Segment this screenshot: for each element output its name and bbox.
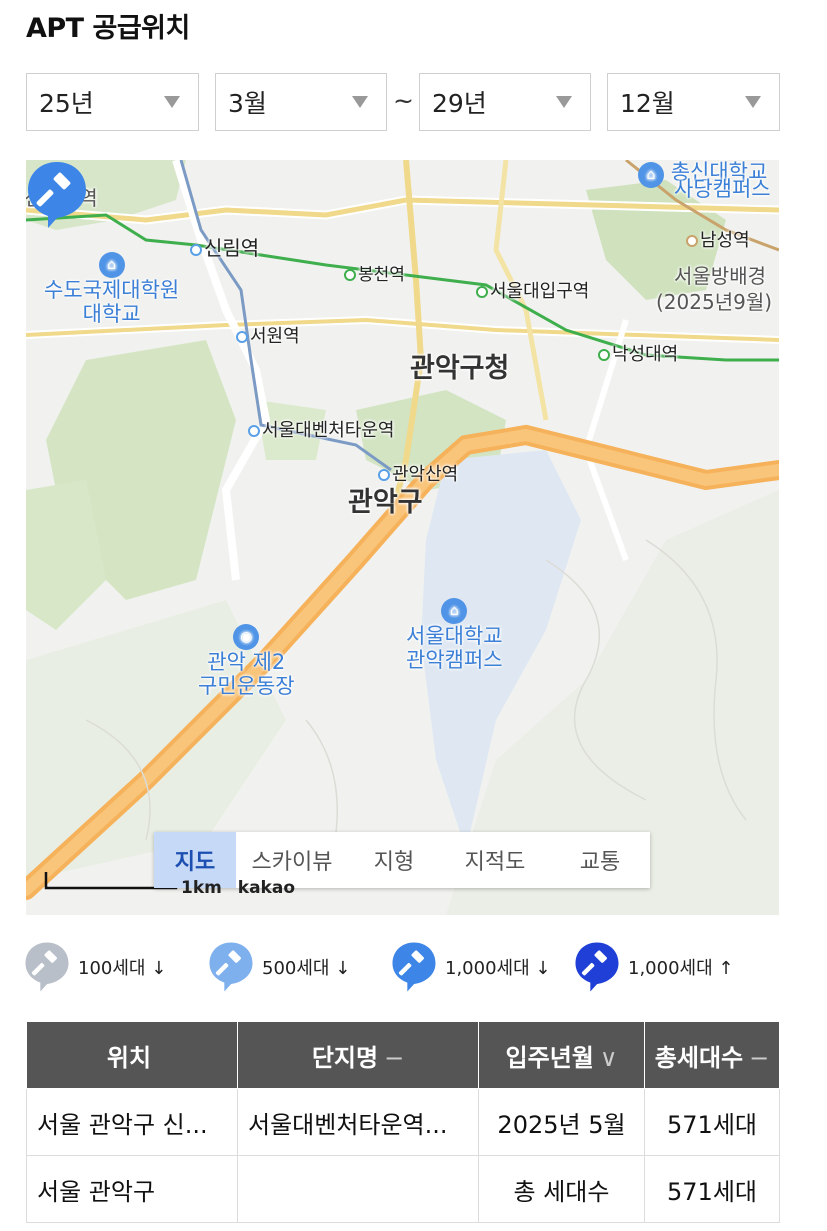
station-name: 서울대입구역 [490,281,590,302]
map-label-bongcheon: 봉천역 [344,260,405,285]
total-label: 총 세대수 [478,1155,645,1223]
station-name: 신림역 [204,236,260,260]
university-icon: ⌂ [638,162,664,188]
poi-name: 관악캠퍼스 [406,648,503,672]
legend-label: 1,000세대 ↑ [628,958,734,979]
total-units: 571세대 [644,1155,780,1223]
header-label: 위치 [106,1043,152,1072]
total-location: 서울 관악구 [26,1155,238,1223]
range-separator: ~ [393,86,414,115]
subway-station-icon [476,286,488,298]
column-header-move-in[interactable]: 입주년월 ∨ [478,1021,645,1089]
map-label-nakseongdae: 낙성대역 [598,340,678,366]
legend-item-500: 500세대 ↓ [208,940,350,994]
tab-traffic[interactable]: 교통 [550,832,650,888]
cell-units: 571세대 [644,1088,780,1156]
start-year-select[interactable]: 25년 [26,73,199,131]
map-label-bangbae: 서울방배경 [674,264,766,288]
start-month-select[interactable]: 3월 [215,73,387,131]
station-name: 남성역 [700,230,750,251]
cell-location: 서울 관악구 신... [26,1088,238,1156]
map-label-sadang-campus: 사당캠퍼스 [674,177,771,201]
map-label-gwanak-office: 관악구청 [410,353,510,384]
subway-station-icon [686,235,698,247]
dropdown-arrow-icon [352,96,368,108]
subway-station-icon [236,331,248,343]
start-year-value: 25년 [39,89,94,118]
map-label-seowon: 서원역 [236,322,300,348]
column-header-name[interactable]: 단지명 − [237,1021,479,1089]
map-label-sudo-univ: ⌂ 수도국제대학원 대학교 [44,250,179,326]
total-name [237,1155,479,1223]
subway-station-icon [598,349,610,361]
dropdown-arrow-icon [745,96,761,108]
map-label-seouldae-ipgu: 서울대입구역 [476,277,589,303]
supply-table: 위치 단지명 − 입주년월 ∨ 총세대수 − 서울 관악구 신... 서울대벤처타운역… [26,1021,780,1223]
header-label: 총세대수 [654,1043,744,1072]
page-title: APT 공급위치 [26,13,190,44]
end-year-value: 29년 [432,89,487,118]
hammer-pin-icon [25,942,69,992]
dropdown-arrow-icon [556,96,572,108]
end-year-select[interactable]: 29년 [419,73,591,131]
hammer-pin-icon [209,942,253,992]
table-header-row: 위치 단지명 − 입주년월 ∨ 총세대수 − [26,1021,780,1089]
column-header-units[interactable]: 총세대수 − [644,1021,780,1089]
tab-cadastral[interactable]: 지적도 [440,832,550,888]
map-label-snu: ⌂ 서울대학교 관악캠퍼스 [406,596,503,672]
station-name: 서울대벤처타운역 [262,420,395,441]
map-label-venture-town: 서울대벤처타운역 [248,416,394,442]
map-label-namseong: 남성역 [686,226,750,252]
legend-item-1000-down: 1,000세대 ↓ [391,940,550,994]
subway-station-icon [248,425,260,437]
map-label-sillim: 신림역 [190,232,259,261]
dropdown-arrow-icon [164,96,180,108]
map-label-bangbae-date: (2025년9월) [656,290,773,314]
station-name: 낙성대역 [612,344,679,365]
poi-name: 구민운동장 [198,674,295,698]
subway-station-icon [344,269,356,281]
hammer-pin-icon [575,942,619,992]
map-label-gwanak-gu: 관악구 [348,487,423,518]
map-view[interactable]: 신대방역 신림역 봉천역 서울대입구역 ⌂ 총신대학교 사당캠퍼스 남성역 서울… [26,160,779,915]
poi-name: 대학교 [82,302,141,326]
apt-hammer-pin-icon[interactable] [26,160,88,230]
header-label: 입주년월 [505,1043,594,1072]
header-label: 단지명 [311,1043,379,1072]
legend-label: 500세대 ↓ [262,958,351,979]
column-header-location[interactable]: 위치 [26,1021,238,1089]
start-month-value: 3월 [228,89,267,118]
table-row[interactable]: 서울 관악구 신... 서울대벤처타운역... 2025년 5월 571세대 [26,1088,780,1156]
university-icon: ⌂ [441,598,468,624]
tab-terrain[interactable]: 지형 [348,832,440,888]
sort-icon: − [749,1043,770,1072]
stadium-icon: ◉ [233,624,260,650]
cell-move-in: 2025년 5월 [478,1088,645,1156]
station-name: 서원역 [250,326,300,347]
map-label-stadium: ◉ 관악 제2 구민운동장 [198,622,295,698]
university-icon: ⌂ [98,252,125,278]
sort-icon: ∨ [599,1043,618,1072]
kakao-logo: kakao [237,878,296,898]
legend-label: 1,000세대 ↓ [445,958,551,979]
legend-item-1000-up: 1,000세대 ↑ [574,940,733,994]
scale-label: 1km [181,878,222,898]
end-month-value: 12월 [620,89,675,118]
table-total-row: 서울 관악구 총 세대수 571세대 [26,1155,780,1223]
station-name: 봉천역 [358,265,405,285]
legend-item-100: 100세대 ↓ [24,940,166,994]
hammer-pin-icon [392,942,436,992]
map-attribution: 1km kakao [46,878,295,898]
sort-icon: − [384,1043,405,1072]
poi-name: 관악 제2 [207,650,286,674]
poi-name: 수도국제대학원 [44,278,180,302]
subway-station-icon [190,243,202,256]
poi-name: 서울대학교 [406,624,503,648]
cell-name: 서울대벤처타운역... [237,1088,479,1156]
end-month-select[interactable]: 12월 [607,73,780,131]
legend-label: 100세대 ↓ [78,958,167,979]
